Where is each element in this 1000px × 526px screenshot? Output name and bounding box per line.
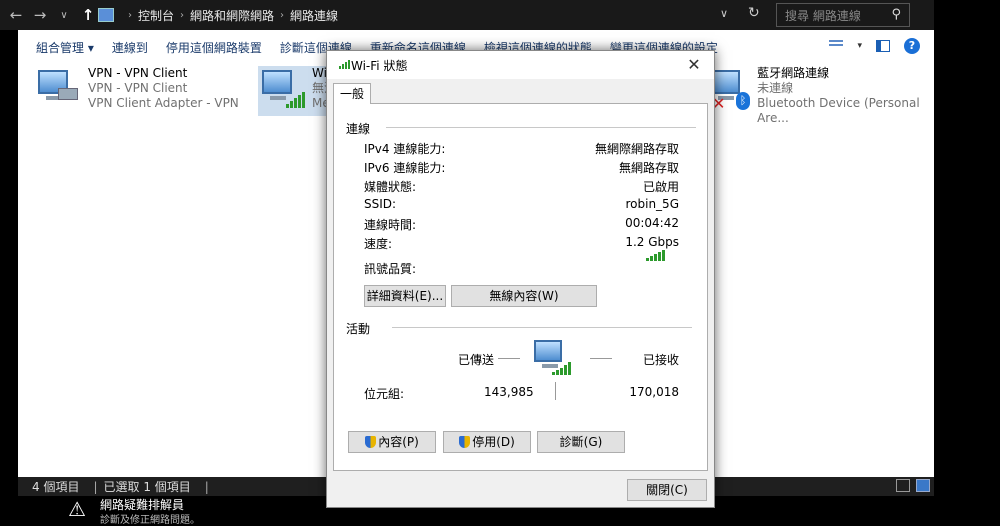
- recent-dropdown-icon[interactable]: ∨: [52, 10, 76, 21]
- group-divider: [386, 127, 696, 128]
- signal-quality-icon: [646, 250, 665, 261]
- duration-value: 00:04:42: [625, 216, 679, 230]
- breadcrumb-network-connections[interactable]: 網路連線: [290, 7, 338, 24]
- status-separator: |: [204, 479, 209, 494]
- connection-item-bluetooth[interactable]: ✕ ᛒ 藍牙網路連線 未連線 Bluetooth Device (Persona…: [710, 66, 934, 125]
- bytes-label: 位元組:: [364, 387, 405, 401]
- search-icon[interactable]: ⚲: [891, 7, 901, 22]
- details-view-icon[interactable]: [896, 479, 910, 492]
- chevron-right-icon: ›: [128, 9, 132, 21]
- connection-device: VPN Client Adapter - VPN: [88, 96, 239, 110]
- breadcrumb-network-internet[interactable]: 網路和網際網路: [190, 7, 274, 24]
- ipv4-value: 無網際網路存取: [594, 142, 679, 156]
- forward-arrow-icon[interactable]: →: [28, 6, 52, 24]
- speed-label: 速度:: [364, 237, 393, 251]
- item-count: 4 個項目: [32, 480, 80, 494]
- ssid-value: robin_5G: [625, 197, 679, 211]
- wireless-properties-button[interactable]: 無線內容(W): [451, 285, 597, 307]
- large-icons-view-icon[interactable]: [916, 479, 930, 492]
- connection-status: 未連線: [757, 81, 794, 95]
- ipv6-label: IPv6 連線能力:: [364, 161, 446, 175]
- search-input[interactable]: 搜尋 網路連線 ⚲: [776, 3, 910, 27]
- change-view-icon[interactable]: [829, 40, 844, 52]
- activity-line: [498, 358, 520, 359]
- address-bar: ← → ∨ ↑ › 控制台 › 網路和網際網路 › 網路連線 ∨ ↻ 搜尋 網路…: [0, 0, 934, 30]
- media-state-label: 媒體狀態:: [364, 180, 417, 194]
- search-placeholder: 搜尋 網路連線: [785, 8, 861, 23]
- properties-button-label: 內容(P): [378, 435, 419, 449]
- general-panel: 連線 IPv4 連線能力: 無網際網路存取 IPv6 連線能力: 無網路存取 媒…: [333, 103, 708, 471]
- wifi-adapter-icon: [258, 66, 306, 114]
- disable-button-label: 停用(D): [472, 435, 515, 449]
- dialog-title: Wi-Fi 狀態: [351, 59, 408, 73]
- vpn-adapter-icon: [34, 66, 82, 114]
- troubleshooter-subtitle: 診斷及修正網路問題。: [100, 515, 200, 526]
- received-label: 已接收: [642, 353, 679, 367]
- selected-count: 已選取 1 個項目: [103, 480, 191, 494]
- diagnose-button[interactable]: 診斷(G): [537, 431, 625, 453]
- connect-to-button[interactable]: 連線到: [112, 39, 148, 56]
- warning-icon: ⚠: [68, 497, 86, 521]
- bluetooth-icon: ᛒ: [736, 92, 750, 110]
- troubleshooter-item[interactable]: ⚠ 網路疑難排解員 診斷及修正網路問題。: [46, 496, 326, 526]
- ipv6-value: 無網路存取: [618, 161, 679, 175]
- status-separator: |: [93, 479, 98, 494]
- ipv4-label: IPv4 連線能力:: [364, 142, 446, 156]
- activity-divider: [555, 382, 556, 400]
- media-state-value: 已啟用: [642, 180, 679, 194]
- tab-general[interactable]: 一般: [333, 83, 371, 104]
- dialog-titlebar[interactable]: Wi-Fi 狀態 ✕: [327, 51, 714, 79]
- speed-value: 1.2 Gbps: [625, 235, 679, 249]
- disable-device-button[interactable]: 停用這個網路裝置: [166, 39, 262, 56]
- refresh-icon[interactable]: ↻: [748, 5, 760, 21]
- uac-shield-icon: [365, 436, 377, 448]
- connection-group-label: 連線: [346, 122, 371, 136]
- details-button[interactable]: 詳細資料(E)...: [364, 285, 446, 307]
- activity-group-label: 活動: [346, 322, 371, 336]
- disable-button[interactable]: 停用(D): [443, 431, 531, 453]
- sent-label: 已傳送: [458, 353, 495, 367]
- activity-line: [590, 358, 612, 359]
- close-icon[interactable]: ✕: [682, 55, 706, 74]
- network-activity-icon: [532, 340, 572, 380]
- breadcrumb[interactable]: › 控制台 › 網路和網際網路 › 網路連線: [92, 3, 768, 27]
- control-panel-icon: [98, 8, 114, 22]
- bytes-received-value: 170,018: [629, 385, 679, 399]
- signal-quality-label: 訊號品質:: [364, 262, 417, 276]
- bytes-sent-value: 143,985: [484, 385, 534, 399]
- ssid-label: SSID:: [364, 197, 397, 211]
- wifi-status-dialog: Wi-Fi 狀態 ✕ 一般 連線 IPv4 連線能力: 無網際網路存取 IPv6…: [326, 50, 715, 508]
- address-dropdown-icon[interactable]: ∨: [720, 7, 728, 20]
- connection-name: 藍牙網路連線: [757, 66, 830, 80]
- view-dropdown-icon[interactable]: ▾: [857, 41, 862, 51]
- back-arrow-icon[interactable]: ←: [4, 6, 28, 24]
- breadcrumb-control-panel[interactable]: 控制台: [138, 7, 174, 24]
- connection-device: Bluetooth Device (Personal Are...: [757, 96, 920, 125]
- bluetooth-adapter-icon: ✕ ᛒ: [710, 66, 751, 114]
- help-icon[interactable]: ?: [904, 38, 920, 54]
- properties-button[interactable]: 內容(P): [348, 431, 436, 453]
- connection-name: VPN - VPN Client: [88, 66, 188, 80]
- preview-pane-icon[interactable]: [876, 40, 890, 52]
- close-button[interactable]: 關閉(C): [627, 479, 707, 501]
- chevron-right-icon: ›: [280, 9, 285, 21]
- connection-item-vpn[interactable]: VPN - VPN Client VPN - VPN Client VPN Cl…: [34, 66, 239, 114]
- duration-label: 連線時間:: [364, 218, 417, 232]
- wifi-signal-icon: [339, 60, 350, 69]
- chevron-right-icon: ›: [180, 9, 185, 21]
- uac-shield-icon: [459, 436, 471, 448]
- signal-bars-icon: [286, 92, 305, 108]
- organize-menu[interactable]: 組合管理 ▾: [36, 39, 94, 56]
- group-divider: [392, 327, 692, 328]
- connection-status: VPN - VPN Client: [88, 81, 188, 95]
